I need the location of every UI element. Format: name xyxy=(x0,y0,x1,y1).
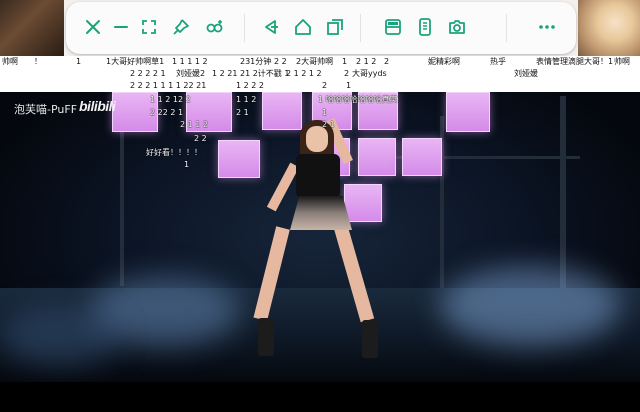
danmaku-comment: 1 xyxy=(184,160,190,169)
minimize-button[interactable] xyxy=(108,14,134,40)
uploader-watermark: 泡芙喵-PuFF xyxy=(14,103,78,116)
more-icon xyxy=(539,25,555,29)
danmaku-comment: 刘娅媛2 xyxy=(176,69,206,78)
danmaku-comment: 妮精彩啊 xyxy=(428,57,460,66)
danmaku-comment: 好好看！！！！ xyxy=(146,148,202,157)
split-screen-button[interactable] xyxy=(380,14,406,40)
danmaku-comment: 2 1 2 1 2 xyxy=(286,69,322,78)
danmaku-comment: 1 2 21 21 2计不戳 1 xyxy=(212,69,290,78)
dancer xyxy=(290,196,352,230)
danmaku-comment: 帅啊 xyxy=(2,57,18,66)
danmaku-comment: 2 1 xyxy=(322,120,335,129)
danmaku-comment: 1 xyxy=(76,57,82,66)
bilibili-logo: bilibili xyxy=(79,98,116,114)
danmaku-comment: ！ xyxy=(34,57,42,66)
toolbar-divider xyxy=(360,14,361,42)
stage-light-cube xyxy=(446,92,490,132)
danmaku-comment: 2 2 xyxy=(274,57,287,66)
stage-fog xyxy=(0,306,120,366)
danmaku-comment: 表情管理滴腿大哥！1 xyxy=(536,57,614,66)
left-thumbnail xyxy=(0,0,64,56)
stage-fog xyxy=(440,266,620,346)
stage-light-cube xyxy=(344,184,382,222)
fullscreen-button[interactable] xyxy=(136,14,162,40)
screenshot-button[interactable] xyxy=(444,14,470,40)
danmaku-comment: 1 xyxy=(346,81,352,90)
danmaku-comment: 1 哈哈哈哈哈哈哈真实 xyxy=(318,95,398,104)
danmaku-comment: 帅啊 xyxy=(614,57,630,66)
stage-light-cube xyxy=(402,138,442,176)
home-icon xyxy=(295,19,311,35)
close-icon xyxy=(86,20,100,34)
camera-icon xyxy=(449,20,465,34)
bottom-letterbox xyxy=(0,382,640,412)
split-icon xyxy=(385,19,401,35)
pin-icon xyxy=(173,19,189,35)
danmaku-comment: 1 xyxy=(322,108,328,117)
phone-icon xyxy=(419,18,431,36)
stage-light-cube xyxy=(262,92,302,130)
danmaku-comment: 1大哥好帅啊草1 xyxy=(106,57,165,66)
dancer xyxy=(266,162,300,212)
danmaku-comment: 1 2 2 2 xyxy=(236,81,264,90)
danmaku-comment: 2 2 xyxy=(194,134,207,143)
danmaku-comment: 1 1 2 xyxy=(236,95,257,104)
record-icon xyxy=(206,20,223,33)
close-button[interactable] xyxy=(80,14,106,40)
back-button[interactable] xyxy=(258,14,284,40)
danmaku-comment: 2 22 2 1 xyxy=(150,108,184,117)
danmaku-comment: 2 1 xyxy=(236,108,249,117)
danmaku-comment: 2 xyxy=(384,57,390,66)
phone-button[interactable] xyxy=(412,14,438,40)
recent-icon xyxy=(327,19,343,35)
danmaku-comment: 231分钟 xyxy=(240,57,272,66)
danmaku-comment: 2 1 2 xyxy=(356,57,377,66)
danmaku-comment: 1 1 1 1 2 xyxy=(172,57,208,66)
toolbar-divider xyxy=(244,14,245,42)
danmaku-comment: 2 1 1 2 xyxy=(180,120,208,129)
danmaku-comment: 2 2 2 1 1 1 1 22 21 xyxy=(130,81,207,90)
danmaku-comment: 1 xyxy=(342,57,348,66)
recent-apps-button[interactable] xyxy=(322,14,348,40)
danmaku-comment: 大哥yyds xyxy=(352,69,387,78)
danmaku-comment: 2 xyxy=(344,69,350,78)
danmaku-comment: 刘娅媛 xyxy=(514,69,538,78)
dancer xyxy=(258,318,274,356)
more-button[interactable] xyxy=(534,14,560,40)
stage-truss xyxy=(560,96,566,296)
back-icon xyxy=(265,20,278,34)
danmaku-comment: 2 2 2 2 1 xyxy=(130,69,166,78)
danmaku-comment: 1 1 2 12 2 xyxy=(150,95,191,104)
stage-light-cube xyxy=(358,138,396,176)
danmaku-comment: 2大哥帅啊 xyxy=(296,57,334,66)
home-button[interactable] xyxy=(290,14,316,40)
danmaku-comment: 2 xyxy=(322,81,328,90)
right-thumbnail xyxy=(578,0,640,56)
pin-button[interactable] xyxy=(168,14,194,40)
stage-light-cube xyxy=(218,140,260,178)
dancer xyxy=(296,154,340,198)
dancer xyxy=(362,320,378,358)
minus-icon xyxy=(114,26,128,28)
screen-record-button[interactable] xyxy=(202,14,228,40)
floating-window-toolbar xyxy=(66,2,576,54)
danmaku-comment: 热乎 xyxy=(490,57,506,66)
toolbar-divider xyxy=(506,14,507,42)
fullscreen-icon xyxy=(142,20,156,34)
stage-truss xyxy=(120,126,124,286)
